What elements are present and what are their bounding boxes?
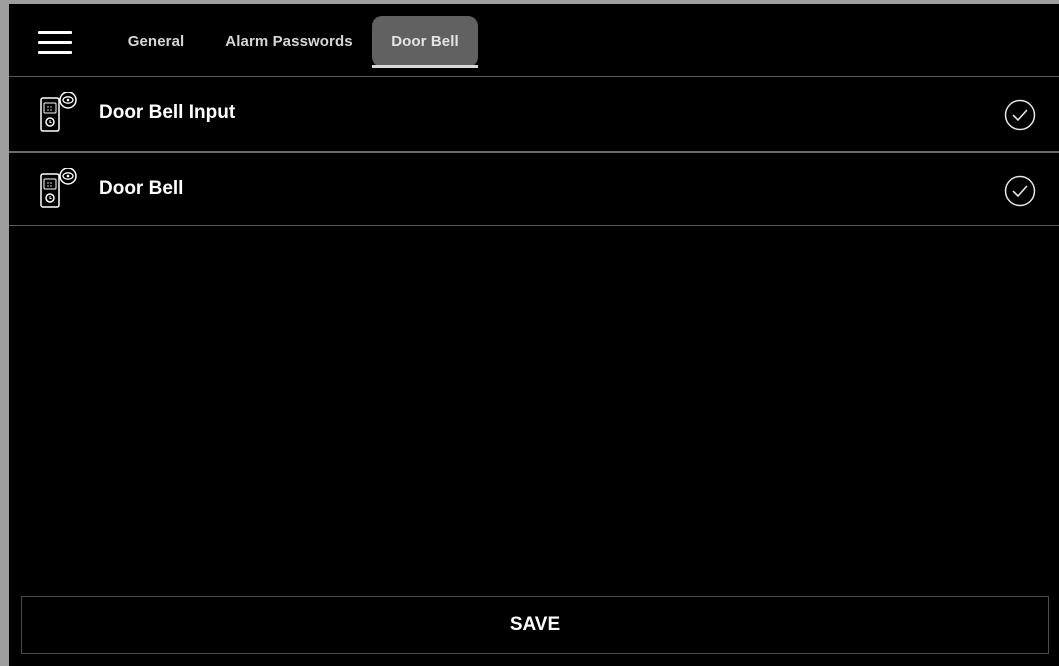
list-item-label: Door Bell: [99, 178, 184, 199]
tab-general-label: General: [127, 33, 185, 50]
check-circle-icon[interactable]: [1004, 175, 1036, 207]
row-divider: [9, 225, 1059, 226]
list-item-label: Door Bell Input: [99, 102, 236, 123]
hamburger-menu-icon[interactable]: [38, 31, 72, 55]
save-button-label: SAVE: [509, 614, 561, 635]
check-circle-icon[interactable]: [1004, 99, 1036, 131]
tab-door-bell-label: Door Bell: [391, 33, 459, 50]
tab-general[interactable]: General: [119, 16, 193, 67]
list-item-door-bell-input[interactable]: Door Bell Input: [9, 77, 1059, 151]
doorbell-icon: [40, 168, 77, 208]
app-window: General Alarm Passwords Door Bell Door B…: [9, 4, 1059, 666]
doorbell-icon: [40, 92, 77, 132]
tab-door-bell[interactable]: Door Bell: [372, 16, 478, 68]
tab-alarm-passwords[interactable]: Alarm Passwords: [216, 16, 362, 67]
list-item-door-bell[interactable]: Door Bell: [9, 153, 1059, 227]
top-navigation-bar: General Alarm Passwords Door Bell: [9, 4, 1059, 77]
save-button[interactable]: SAVE: [21, 596, 1049, 654]
tab-alarm-passwords-label: Alarm Passwords: [225, 33, 353, 50]
